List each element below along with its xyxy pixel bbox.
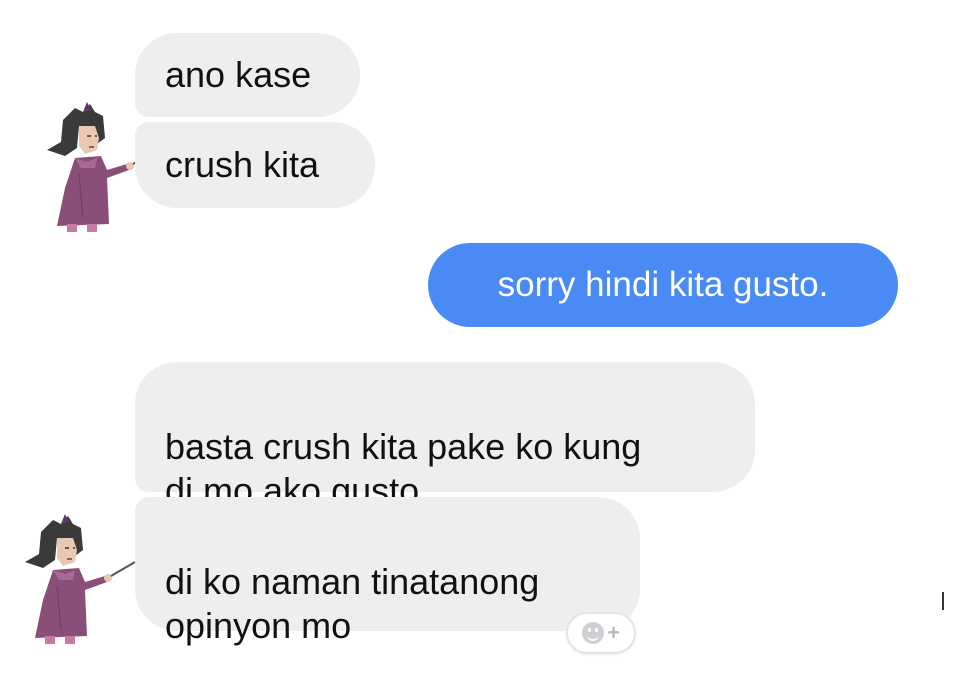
message-text: crush kita bbox=[165, 144, 320, 185]
message-bubble-incoming[interactable]: ano kase bbox=[135, 33, 360, 117]
message-bubble-incoming[interactable]: crush kita bbox=[135, 122, 375, 208]
message-bubble-incoming[interactable]: di ko naman tinatanong opinyon mo bbox=[135, 497, 640, 646]
message-bubble-outgoing[interactable]: sorry hindi kita gusto. bbox=[428, 243, 898, 327]
add-reaction-button[interactable]: + bbox=[566, 612, 636, 654]
message-text: di ko naman tinatanong opinyon mo bbox=[165, 561, 540, 646]
sender-avatar-icon bbox=[25, 514, 136, 644]
message-text: sorry hindi kita gusto. bbox=[497, 265, 829, 304]
plus-icon: + bbox=[607, 620, 620, 645]
message-text: ano kase bbox=[165, 54, 312, 95]
scroll-marker bbox=[942, 592, 944, 610]
message-bubble-incoming[interactable]: basta crush kita pake ko kung di mo ako … bbox=[135, 362, 755, 511]
smiley-icon bbox=[582, 622, 605, 644]
